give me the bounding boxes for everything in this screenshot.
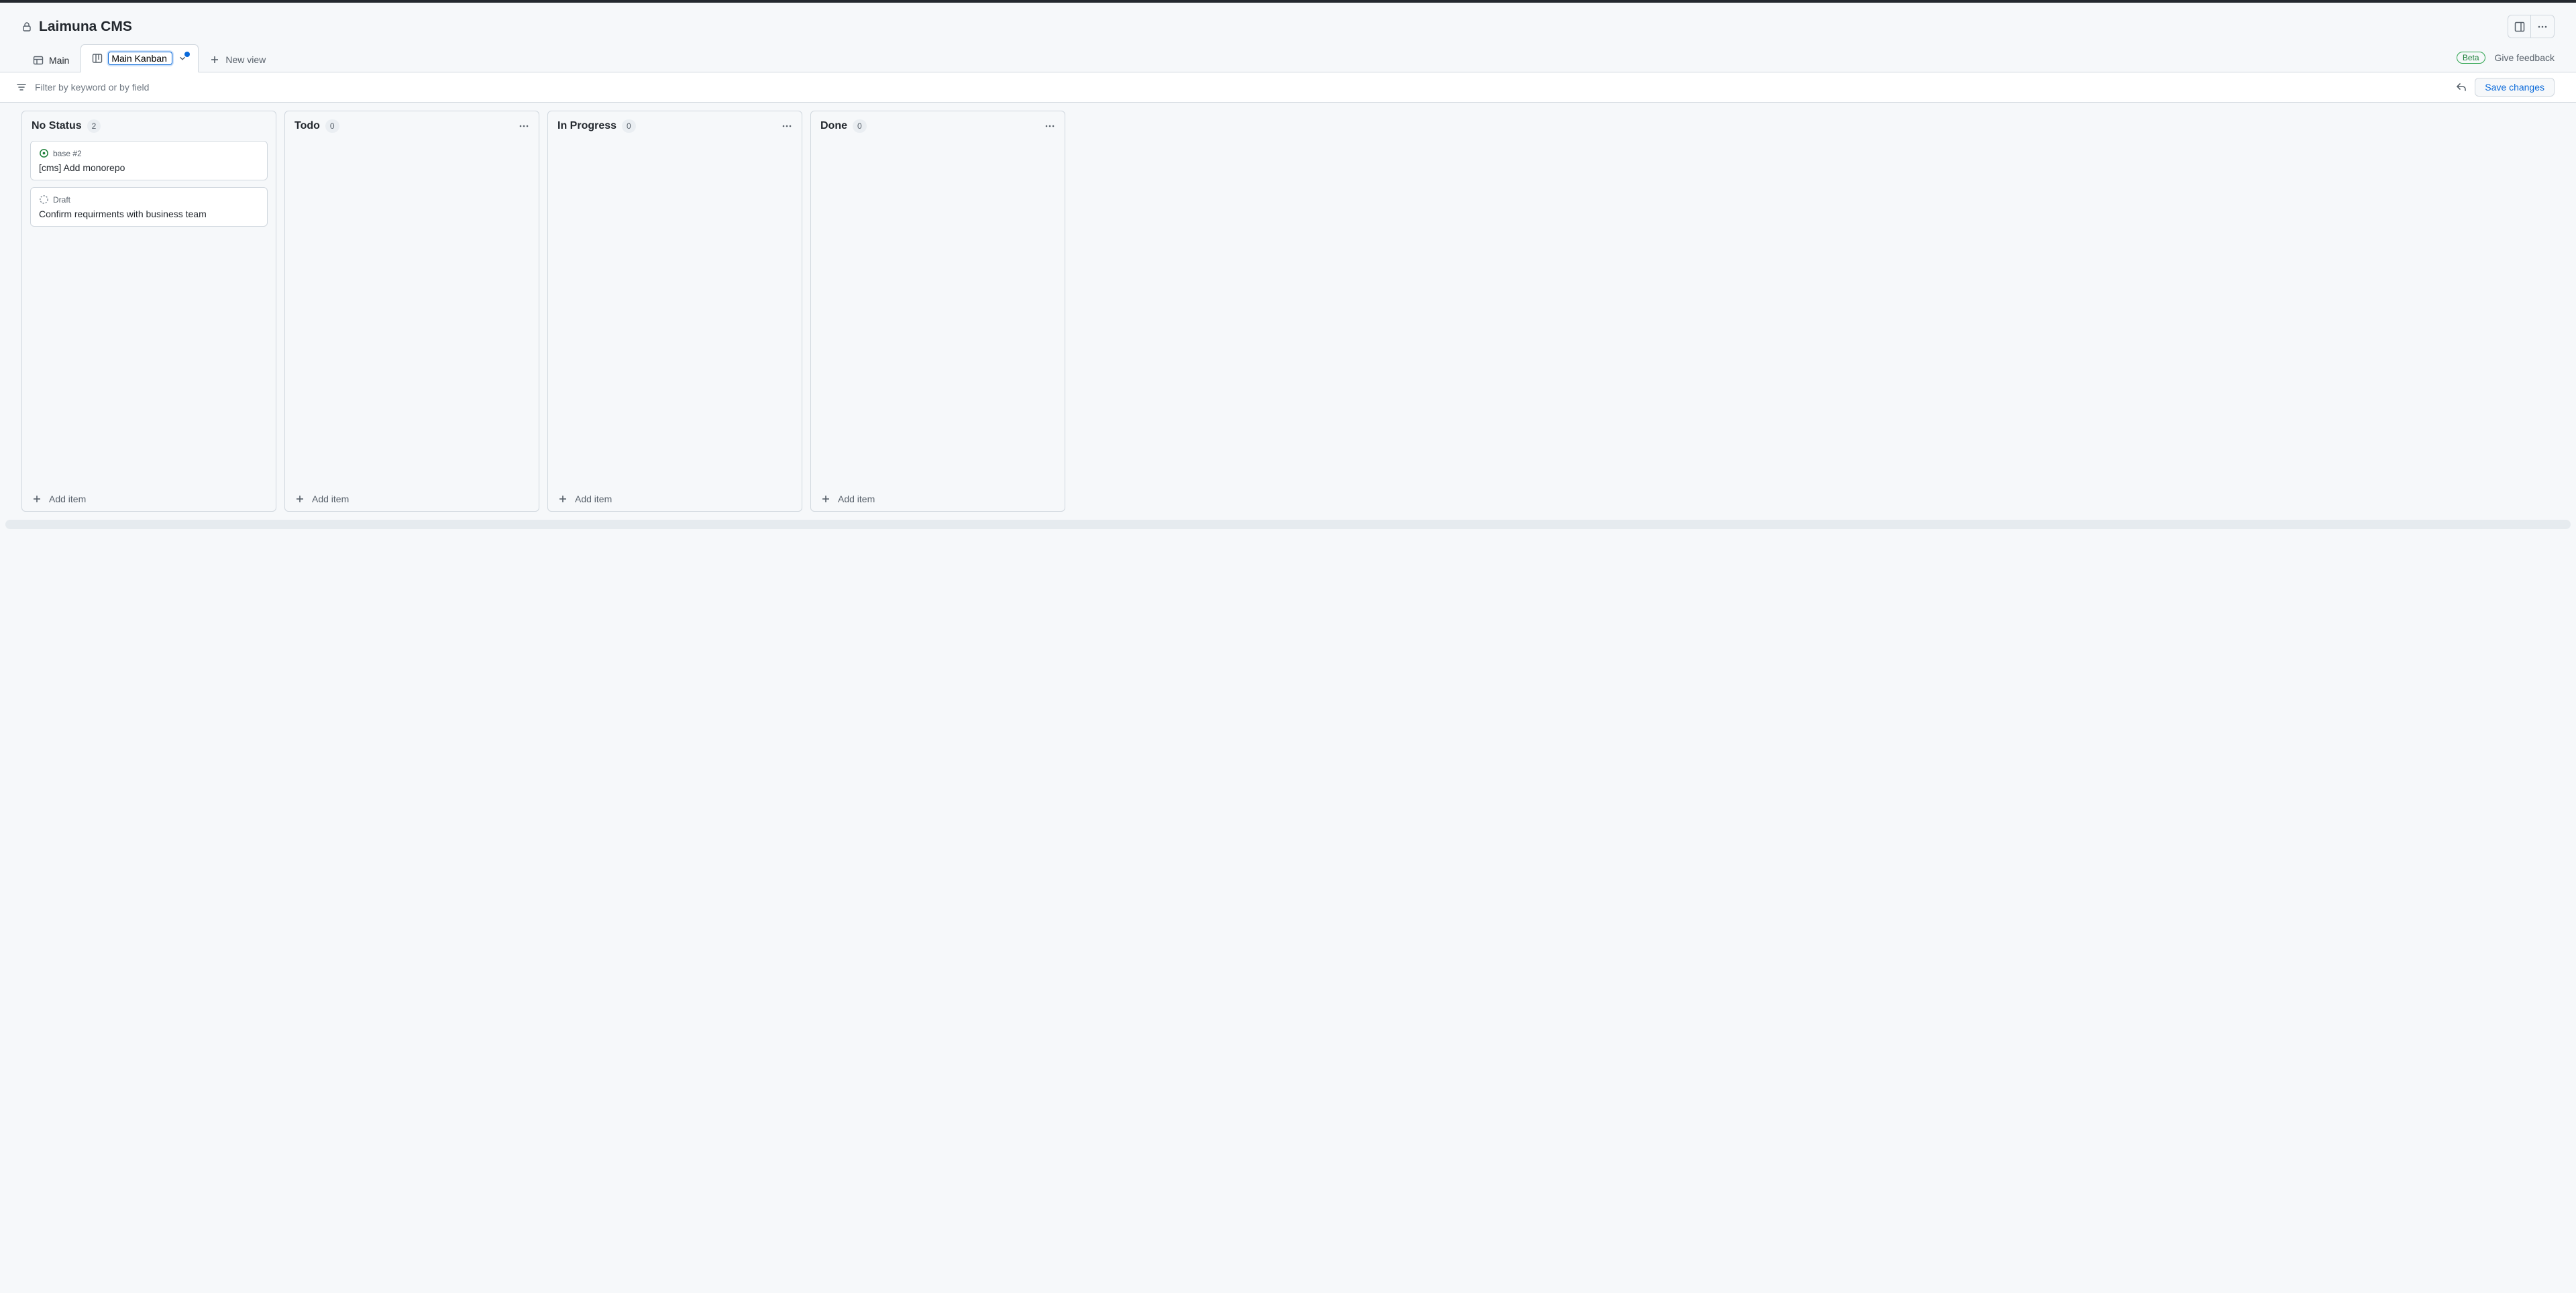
table-icon xyxy=(33,55,44,66)
card[interactable]: base #2 [cms] Add monorepo xyxy=(30,141,268,180)
column-title: In Progress xyxy=(557,120,616,132)
revert-button[interactable] xyxy=(2456,82,2467,93)
column-menu-button[interactable] xyxy=(1044,121,1055,131)
add-item-label: Add item xyxy=(49,494,86,504)
column-count: 0 xyxy=(325,119,339,133)
column-header: In Progress 0 xyxy=(548,111,802,141)
tab-main[interactable]: Main xyxy=(21,48,80,72)
column-title-wrap: In Progress 0 xyxy=(557,119,636,133)
filter-actions: Save changes xyxy=(2456,78,2555,97)
card-meta: Draft xyxy=(39,194,259,205)
card-meta-text: Draft xyxy=(53,195,70,205)
insights-panel-button[interactable] xyxy=(2508,15,2531,38)
plus-icon xyxy=(209,54,220,65)
column-title-wrap: No Status 2 xyxy=(32,119,101,133)
add-item-label: Add item xyxy=(575,494,612,504)
tab-label: Main xyxy=(49,55,69,66)
issue-open-icon xyxy=(39,148,49,158)
give-feedback-link[interactable]: Give feedback xyxy=(2495,52,2555,63)
column-count: 0 xyxy=(853,119,867,133)
tab-main-kanban[interactable] xyxy=(80,44,199,72)
horizontal-scrollbar[interactable] xyxy=(5,520,2571,529)
header-left: Laimuna CMS xyxy=(21,19,132,35)
plus-icon xyxy=(820,494,831,504)
plus-icon xyxy=(32,494,42,504)
add-item-button[interactable]: Add item xyxy=(548,487,802,511)
plus-icon xyxy=(294,494,305,504)
filter-input[interactable] xyxy=(35,78,2448,97)
column-body xyxy=(285,141,539,487)
add-item-label: Add item xyxy=(838,494,875,504)
column: Done 0 Add item xyxy=(810,111,1065,512)
header-right xyxy=(2508,15,2555,38)
column-header: Todo 0 xyxy=(285,111,539,141)
board-icon xyxy=(92,53,103,64)
tabs-right: Beta Give feedback xyxy=(2457,52,2555,64)
column-count: 2 xyxy=(87,119,101,133)
add-item-button[interactable]: Add item xyxy=(285,487,539,511)
column-title: Todo xyxy=(294,120,320,132)
column-body xyxy=(811,141,1065,487)
column: Todo 0 Add item xyxy=(284,111,539,512)
add-item-button[interactable]: Add item xyxy=(22,487,276,511)
tabs-left: Main xyxy=(21,44,276,72)
kanban-board: No Status 2 base #2 [cms] Add monorepo Draft… xyxy=(0,103,2576,520)
new-view-label: New view xyxy=(225,54,266,65)
card-meta-text: base #2 xyxy=(53,149,82,158)
column-count: 0 xyxy=(622,119,636,133)
draft-icon xyxy=(39,194,49,205)
project-header: Laimuna CMS xyxy=(0,3,2576,38)
add-item-label: Add item xyxy=(312,494,349,504)
column-title-wrap: Done 0 xyxy=(820,119,867,133)
tab-options[interactable] xyxy=(178,54,187,63)
card-title: Confirm requirments with business team xyxy=(39,209,259,219)
tab-name-input[interactable] xyxy=(108,52,172,65)
project-menu-button[interactable] xyxy=(2531,15,2555,38)
column-title-wrap: Todo 0 xyxy=(294,119,339,133)
filter-icon[interactable] xyxy=(16,82,27,93)
card-title: [cms] Add monorepo xyxy=(39,162,259,173)
column: In Progress 0 Add item xyxy=(547,111,802,512)
save-changes-button[interactable]: Save changes xyxy=(2475,78,2555,97)
column: No Status 2 base #2 [cms] Add monorepo Draft… xyxy=(21,111,276,512)
column-title: No Status xyxy=(32,120,82,132)
beta-badge: Beta xyxy=(2457,52,2485,64)
card[interactable]: Draft Confirm requirments with business t… xyxy=(30,187,268,227)
filter-row: Save changes xyxy=(0,72,2576,103)
column-header: No Status 2 xyxy=(22,111,276,141)
column-menu-button[interactable] xyxy=(782,121,792,131)
project-title: Laimuna CMS xyxy=(39,19,132,35)
column-menu-button[interactable] xyxy=(519,121,529,131)
column-header: Done 0 xyxy=(811,111,1065,141)
tabs-row: Main xyxy=(0,38,2576,72)
card-meta: base #2 xyxy=(39,148,259,158)
lock-icon xyxy=(21,21,32,32)
new-view-button[interactable]: New view xyxy=(199,48,276,72)
column-body: base #2 [cms] Add monorepo Draft Confirm re… xyxy=(22,141,276,487)
add-item-button[interactable]: Add item xyxy=(811,487,1065,511)
unsaved-indicator xyxy=(184,52,190,57)
column-title: Done xyxy=(820,120,847,132)
plus-icon xyxy=(557,494,568,504)
column-body xyxy=(548,141,802,487)
